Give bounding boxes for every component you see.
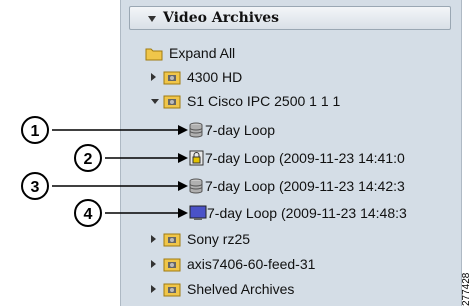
callout-4: 4 (74, 199, 188, 227)
callout-number: 4 (84, 206, 93, 223)
figure-id: 277428 (461, 272, 472, 306)
callout-1: 1 (21, 116, 188, 144)
callout-3: 3 (21, 172, 188, 200)
callout-2: 2 (74, 144, 188, 172)
callout-number: 2 (84, 151, 93, 168)
callout-layer: 1 2 3 4 (21, 116, 188, 227)
callout-number: 1 (31, 123, 40, 140)
callout-number: 3 (31, 179, 40, 196)
